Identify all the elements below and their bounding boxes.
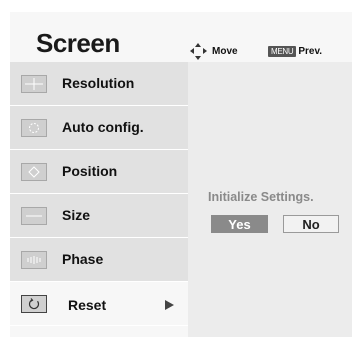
reset-panel: Initialize Settings. Yes No <box>188 62 352 337</box>
no-button[interactable]: No <box>283 215 339 233</box>
prev-hint-label: Prev. <box>298 46 323 57</box>
phase-icon <box>21 251 47 269</box>
sidebar-item-resolution[interactable]: Resolution <box>10 62 188 106</box>
reset-icon <box>21 295 47 313</box>
sidebar: Resolution Auto config. Position Size Ph… <box>10 62 188 326</box>
menu-key-icon: MENU <box>268 46 297 57</box>
sidebar-item-label: Reset <box>68 297 107 313</box>
chevron-right-icon <box>165 300 174 310</box>
move-hint-label: Move <box>212 46 238 57</box>
sidebar-item-position[interactable]: Position <box>10 150 188 194</box>
resolution-icon <box>21 75 47 93</box>
initialize-prompt: Initialize Settings. <box>208 190 314 204</box>
sidebar-item-size[interactable]: Size <box>10 194 188 238</box>
screen-osd-menu: Screen Move MENU Prev. Resolution Auto c… <box>10 12 352 337</box>
sidebar-item-label: Size <box>62 207 91 223</box>
sidebar-item-label: Auto config. <box>62 119 144 135</box>
position-icon <box>21 163 47 181</box>
sidebar-item-label: Position <box>62 163 118 179</box>
sidebar-item-auto-config[interactable]: Auto config. <box>10 106 188 150</box>
sidebar-item-phase[interactable]: Phase <box>10 238 188 282</box>
auto-config-icon <box>21 119 47 137</box>
prev-hint: MENU Prev. <box>268 46 322 57</box>
dpad-icon <box>190 43 207 60</box>
sidebar-item-label: Resolution <box>62 75 135 91</box>
yes-button[interactable]: Yes <box>211 215 268 233</box>
size-icon <box>21 207 47 225</box>
page-title: Screen <box>36 28 120 58</box>
sidebar-item-label: Phase <box>62 251 104 267</box>
sidebar-item-reset[interactable]: Reset <box>10 282 188 326</box>
move-hint: Move <box>190 43 238 60</box>
header: Screen Move MENU Prev. <box>10 12 352 62</box>
